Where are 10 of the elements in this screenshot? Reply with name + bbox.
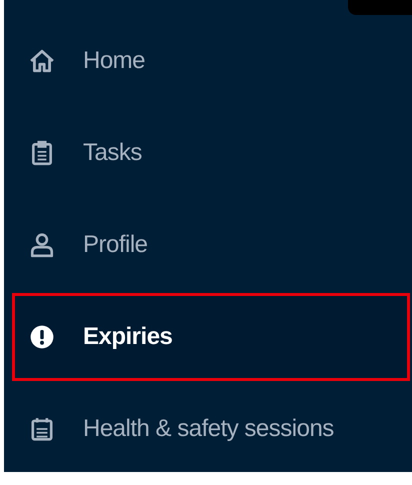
sidebar-item[interactable]: Tasks [12, 109, 410, 197]
sidebar-item[interactable]: Health & safety sessions [12, 385, 410, 472]
clipboard-icon [29, 140, 55, 166]
sidebar-item[interactable]: Home [12, 17, 410, 105]
calendar-icon [29, 416, 55, 442]
sidebar-item[interactable]: Expiries [12, 293, 410, 381]
sidebar-item[interactable]: Profile [12, 201, 410, 289]
person-icon [29, 232, 55, 258]
alert-icon [29, 324, 55, 350]
home-icon [29, 48, 55, 74]
